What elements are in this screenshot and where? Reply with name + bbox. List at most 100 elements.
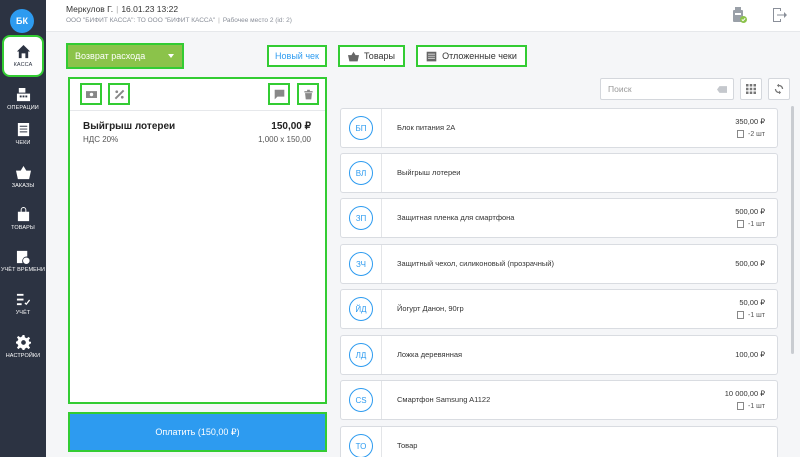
comment-button[interactable] [268, 83, 290, 105]
comment-icon [274, 89, 284, 99]
product-avatar: ЗЧ [349, 252, 373, 276]
product-price: 500,00 ₽ [735, 207, 765, 216]
search-input[interactable]: Поиск [600, 78, 734, 100]
caret-down-icon [168, 54, 174, 58]
calendar-clock-icon [16, 250, 30, 264]
product-item[interactable]: ВЛ Выйгрыш лотереи [340, 153, 778, 193]
product-name: Йогурт Данон, 90гр [397, 304, 464, 313]
cart-item-vat: НДС 20% [83, 135, 119, 144]
fiscal-printer-icon[interactable] [732, 6, 748, 24]
cart-toolbar [70, 79, 325, 111]
stock-icon [737, 220, 744, 228]
product-price: 50,00 ₽ [739, 298, 765, 307]
sidebar-item-goods[interactable]: ТОВАРЫ [0, 198, 46, 240]
refresh-icon [774, 84, 784, 94]
product-item[interactable]: БП Блок питания 2А 350,00 ₽ -2 шт [340, 108, 778, 148]
clear-icon[interactable] [717, 86, 727, 93]
cart-item-price: 150,00 ₽ [271, 121, 311, 132]
product-list-scrollbar[interactable] [791, 106, 794, 354]
stock-icon [737, 130, 744, 138]
product-avatar: ТО [349, 434, 373, 457]
org-name: ООО "БИФИТ КАССА": ТО ООО "БИФИТ КАССА" [66, 17, 216, 24]
sidebar-item-label: ОПЕРАЦИИ [7, 105, 39, 111]
basket-icon [348, 51, 360, 61]
sidebar-item-orders[interactable]: ЗАКАЗЫ [0, 156, 46, 198]
product-item[interactable]: ЗП Защитная пленка для смартфона 500,00 … [340, 198, 778, 238]
bag-icon [17, 207, 29, 222]
product-item[interactable]: ЗЧ Защитный чехол, силиконовый (прозрачн… [340, 244, 778, 284]
product-price: 10 000,00 ₽ [724, 389, 765, 398]
sidebar-item-label: НАСТРОЙКИ [5, 353, 41, 359]
sidebar-item-settings[interactable]: НАСТРОЙКИ [0, 326, 46, 368]
avatar[interactable]: БК [10, 9, 34, 33]
sidebar-item-receipts[interactable]: ЧЕКИ [0, 113, 46, 155]
org-info: ООО "БИФИТ КАССА": ТО ООО "БИФИТ КАССА" |… [66, 17, 292, 24]
cart-item-name[interactable]: Выйгрыш лотереи [83, 121, 175, 132]
sidebar-item-label: УЧЁТ [15, 310, 31, 316]
sidebar-item-label: УЧЁТ ВРЕМЕНИ [0, 267, 46, 273]
product-avatar: ВЛ [349, 161, 373, 185]
sidebar-item-label: ЗАКАЗЫ [11, 183, 35, 189]
logout-icon[interactable] [772, 7, 788, 23]
product-item[interactable]: ЙД Йогурт Данон, 90гр 50,00 ₽ -1 шт [340, 289, 778, 329]
home-icon [16, 44, 30, 59]
product-item[interactable]: ЛД Ложка деревянная 100,00 ₽ [340, 335, 778, 375]
checklist-icon [16, 293, 30, 306]
stock-icon [737, 311, 744, 319]
trash-icon [303, 89, 313, 99]
pay-button[interactable]: Оплатить (150,00 ₽) [68, 412, 327, 452]
sidebar: БК КАССА ОПЕРАЦИИ ЧЕКИ ЗАКАЗЫ ТОВАРЫ УЧЁ… [0, 0, 46, 457]
user-name: Меркулов Г. [66, 4, 114, 14]
product-item[interactable]: CS Смартфон Samsung A1122 10 000,00 ₽ -1… [340, 380, 778, 420]
product-name: Защитный чехол, силиконовый (прозрачный) [397, 259, 554, 268]
product-name: Смартфон Samsung A1122 [397, 395, 491, 404]
product-avatar: ЙД [349, 297, 373, 321]
sidebar-item-label: КАССА [13, 62, 33, 68]
product-item[interactable]: ТО Товар [340, 426, 778, 457]
new-receipt-button[interactable]: Новый чек [267, 45, 327, 67]
discount-button[interactable] [108, 83, 130, 105]
product-price: 500,00 ₽ [735, 259, 765, 268]
delete-button[interactable] [297, 83, 319, 105]
cart-item-calc: 1,000 x 150,00 [258, 135, 311, 144]
grid-icon [746, 84, 756, 94]
cart-panel: Выйгрыш лотереи 150,00 ₽ НДС 20% 1,000 x… [68, 77, 327, 404]
datetime: 16.01.23 13:22 [121, 4, 179, 14]
sidebar-item-accounting[interactable]: УЧЁТ [0, 283, 46, 325]
gear-icon [15, 335, 31, 350]
goods-label: Товары [364, 51, 395, 61]
operation-type-dropdown[interactable]: Возврат расхода [66, 43, 184, 69]
sidebar-item-label: ЧЕКИ [15, 140, 31, 146]
sidebar-item-time-tracking[interactable]: УЧЁТ ВРЕМЕНИ [0, 240, 46, 282]
deferred-receipts-button[interactable]: Отложенные чеки [416, 45, 527, 67]
sidebar-item-kassa[interactable]: КАССА [2, 35, 44, 77]
cash-drawer-button[interactable] [80, 83, 102, 105]
sidebar-item-label: ТОВАРЫ [11, 225, 35, 231]
search-placeholder: Поиск [608, 84, 632, 94]
product-avatar: CS [349, 388, 373, 412]
product-avatar: ЛД [349, 343, 373, 367]
workplace: Рабочее место 2 (id: 2) [222, 17, 292, 24]
product-name: Защитная пленка для смартфона [397, 213, 515, 222]
goods-button[interactable]: Товары [338, 45, 405, 67]
cash-icon [85, 90, 97, 98]
grid-view-button[interactable] [740, 78, 762, 100]
stock-icon [737, 402, 744, 410]
user-info: Меркулов Г. | 16.01.23 13:22 [66, 4, 179, 14]
operation-type-label: Возврат расхода [75, 51, 146, 61]
product-name: Выйгрыш лотереи [397, 168, 461, 177]
product-avatar: БП [349, 116, 373, 140]
product-stock: -1 шт [737, 402, 765, 410]
header: Меркулов Г. | 16.01.23 13:22 ООО "БИФИТ КА… [46, 0, 800, 32]
product-name: Товар [397, 441, 418, 450]
refresh-button[interactable] [768, 78, 790, 100]
product-stock: -2 шт [737, 130, 765, 138]
product-price: 100,00 ₽ [735, 350, 765, 359]
product-name: Ложка деревянная [397, 350, 463, 359]
product-price: 350,00 ₽ [735, 117, 765, 126]
receipt-icon [17, 122, 29, 137]
pay-button-label: Оплатить (150,00 ₽) [155, 426, 240, 437]
deferred-receipts-label: Отложенные чеки [442, 51, 517, 61]
product-name: Блок питания 2А [397, 123, 456, 132]
basket-icon [15, 165, 31, 180]
